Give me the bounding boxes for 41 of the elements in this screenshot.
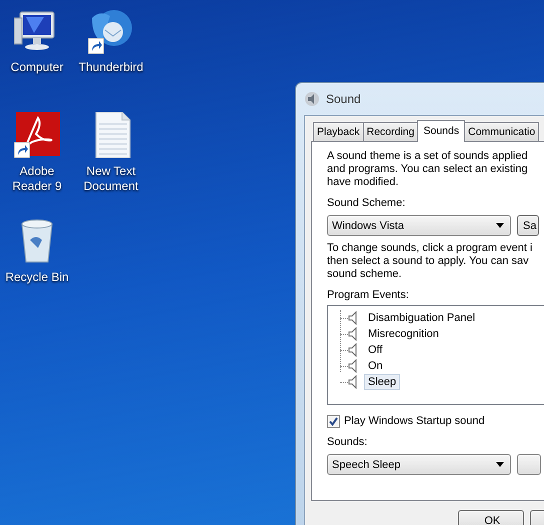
tab[interactable]: Recording — [362, 122, 418, 141]
instruction-line: sound scheme. — [327, 268, 403, 281]
checkbox[interactable] — [327, 415, 340, 428]
field-label: Sound Scheme: — [327, 197, 406, 209]
desktop-icon-label[interactable]: Thunderbird — [78, 60, 144, 75]
tab[interactable]: Playback — [313, 122, 364, 141]
caret-icon — [496, 223, 504, 228]
instruction-line: then select a sound to apply. You can sav — [327, 255, 530, 268]
field-label: Program Events: — [327, 289, 410, 301]
event-item[interactable]: Sleep — [364, 374, 400, 390]
event-item[interactable]: On — [364, 358, 387, 374]
event-item[interactable]: Disambiguation Panel — [364, 310, 480, 326]
description-line: A sound theme is a set of sounds applied — [327, 150, 529, 163]
speaker-icon — [348, 359, 358, 373]
desktop-icon-label[interactable]: New Text Document — [84, 164, 138, 194]
tab[interactable]: Communicatio — [464, 122, 540, 141]
ok-button[interactable]: OK — [458, 510, 524, 525]
mail-icon[interactable] — [88, 8, 134, 54]
tab[interactable]: Sounds — [417, 120, 466, 142]
caret-icon — [496, 462, 504, 467]
speaker-icon — [304, 91, 320, 107]
instruction-line: To change sounds, click a program event i — [327, 242, 534, 255]
description-line: and programs. You can select an existing — [327, 163, 529, 176]
save-button[interactable]: Sa — [517, 215, 540, 236]
sound-dropdown[interactable]: Speech Sleep — [327, 454, 511, 475]
pdf-icon[interactable] — [14, 112, 60, 158]
checkbox-label[interactable]: Play Windows Startup sound — [344, 415, 485, 428]
description-line: have modified. — [327, 176, 400, 189]
desktop-icon-label[interactable]: Computer — [10, 60, 64, 75]
event-item[interactable]: Off — [364, 342, 386, 358]
speaker-icon — [348, 343, 358, 357]
speaker-icon — [348, 311, 358, 325]
test-button[interactable] — [517, 454, 541, 475]
scheme-dropdown[interactable]: Windows Vista — [327, 215, 511, 236]
desktop-icon-label[interactable]: Adobe Reader 9 — [12, 164, 62, 194]
desktop-icon-label[interactable]: Recycle Bin — [5, 270, 69, 285]
window-title: Sound — [326, 92, 361, 106]
field-label: Sounds: — [327, 436, 368, 448]
event-item[interactable]: Misrecognition — [364, 326, 443, 342]
speaker-icon — [348, 375, 358, 389]
speaker-icon — [348, 327, 358, 341]
